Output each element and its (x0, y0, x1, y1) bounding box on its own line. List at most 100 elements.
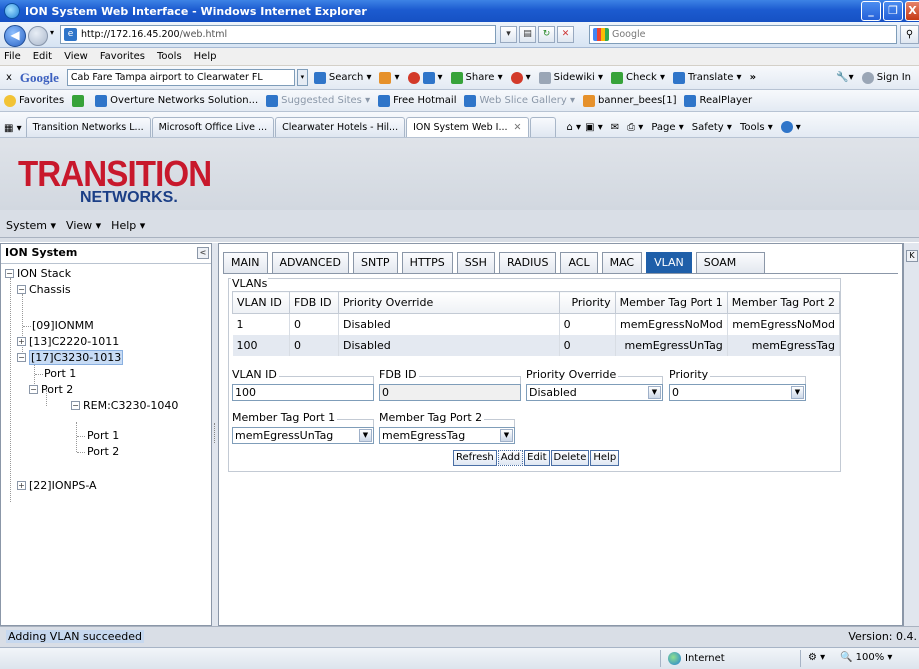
tree-node-ionps[interactable]: + [22]IONPS-A (17, 478, 97, 494)
quick-tabs-icon[interactable]: ▦ ▾ (4, 123, 22, 134)
vlan-id-input[interactable]: 100 (232, 384, 374, 401)
tab-sntp[interactable]: SNTP (352, 252, 398, 273)
tab-ssh[interactable]: SSH (456, 252, 495, 273)
url-input[interactable]: e http://172.16.45.200/web.html (60, 25, 496, 44)
tools-menu[interactable]: Tools ▾ (740, 122, 773, 133)
add-favorite-icon[interactable] (72, 94, 87, 107)
member-tag-port-2-select[interactable]: memEgressTag ▼ (379, 427, 515, 444)
google-search-dropdown[interactable]: ▾ (296, 69, 308, 86)
refresh-button[interactable]: Refresh (453, 450, 497, 466)
security-zone[interactable]: Internet (668, 652, 725, 665)
google-translate-button[interactable]: Translate ▾ (672, 71, 742, 84)
tree-node-rem-port-1[interactable]: Port 1 (87, 428, 119, 444)
tab-mac[interactable]: MAC (601, 252, 643, 273)
browser-tab-clearwater[interactable]: Clearwater Hotels - Hil... (275, 117, 406, 137)
forward-button[interactable] (28, 26, 48, 46)
home-icon[interactable]: ⌂ ▾ (567, 122, 582, 133)
tree-node-port-1[interactable]: Port 1 (44, 366, 76, 382)
favorites-button[interactable]: Favorites (4, 94, 64, 107)
search-icon[interactable]: ⚲ (900, 25, 919, 44)
col-vlan-id[interactable]: VLAN ID (232, 291, 290, 314)
app-menu-help[interactable]: Help ▾ (111, 219, 145, 232)
expand-icon[interactable]: + (17, 337, 26, 346)
chevron-down-icon[interactable]: ▼ (648, 386, 661, 399)
history-dropdown-icon[interactable]: ▾ (50, 28, 54, 37)
favorite-item-overture[interactable]: Overture Networks Solution... (95, 94, 258, 107)
collapse-icon[interactable]: − (29, 385, 38, 394)
wrench-icon[interactable]: 🔧▾ (836, 72, 853, 83)
expand-icon[interactable]: + (17, 481, 26, 490)
collapse-panel-icon[interactable]: < (197, 247, 209, 259)
chevron-down-icon[interactable]: ▼ (500, 429, 513, 442)
col-member-tag-port-2[interactable]: Member Tag Port 2 (726, 291, 841, 314)
mail-icon[interactable]: ✉ (611, 122, 619, 133)
tree-node-port-2[interactable]: − Port 2 (29, 382, 73, 398)
app-menu-system[interactable]: System ▾ (6, 219, 56, 232)
fdb-id-input[interactable]: 0 (379, 384, 521, 401)
tab-acl[interactable]: ACL (560, 252, 598, 273)
menu-file[interactable]: File (4, 51, 21, 62)
add-button[interactable]: Add (497, 450, 524, 466)
member-tag-port-1-select[interactable]: memEgressUnTag ▼ (232, 427, 374, 444)
chevron-down-icon[interactable]: ▼ (359, 429, 372, 442)
maximize-button[interactable]: ❐ (883, 1, 903, 21)
browser-tab-ion[interactable]: ION System Web I... ✕ (406, 117, 529, 137)
tab-vlan[interactable]: VLAN (646, 252, 692, 273)
table-row[interactable]: 1 0 Disabled 0 memEgressNoMod memEgressN… (232, 313, 841, 335)
google-highlight-button[interactable]: ▾ (510, 71, 531, 84)
tab-advanced[interactable]: ADVANCED (271, 252, 349, 273)
expand-panel-icon[interactable]: K (906, 250, 918, 262)
delete-button[interactable]: Delete (550, 450, 590, 466)
refresh-icon[interactable]: ↻ (538, 26, 555, 43)
menu-edit[interactable]: Edit (33, 51, 52, 62)
menu-help[interactable]: Help (194, 51, 217, 62)
tree-node-rem-port-2[interactable]: Port 2 (87, 444, 119, 460)
collapse-icon[interactable]: − (17, 353, 26, 362)
chevron-down-icon[interactable]: ▼ (791, 386, 804, 399)
browser-tab-transition[interactable]: Transition Networks L... (25, 117, 151, 137)
page-menu[interactable]: Page ▾ (651, 122, 683, 133)
favorite-item-suggested-sites[interactable]: Suggested Sites ▾ (266, 94, 370, 107)
safety-menu[interactable]: Safety ▾ (692, 122, 732, 133)
print-icon[interactable]: ⎙ ▾ (627, 122, 643, 133)
protected-mode-icon[interactable]: ⚙ ▾ (808, 652, 825, 663)
priority-select[interactable]: 0 ▼ (669, 384, 806, 401)
col-member-tag-port-1[interactable]: Member Tag Port 1 (614, 291, 728, 314)
stop-icon[interactable]: ✕ (557, 26, 574, 43)
google-search-button[interactable]: Search ▾ (313, 71, 371, 84)
back-button[interactable]: ◀ (4, 25, 26, 47)
search-box[interactable]: Google (589, 25, 897, 44)
zoom-level[interactable]: 🔍 100% ▾ (840, 652, 892, 663)
tree-node-rem[interactable]: − REM:C3230-1040 (71, 398, 178, 414)
google-more-button[interactable]: » (750, 72, 756, 83)
tree-node-ionmm[interactable]: [09]IONMM (32, 318, 94, 334)
google-search-input[interactable]: Cab Fare Tampa airport to Clearwater FL (66, 69, 295, 86)
browser-tab-office-live[interactable]: Microsoft Office Live ... (151, 117, 275, 137)
table-row[interactable]: 100 0 Disabled 0 memEgressUnTag memEgres… (232, 334, 841, 356)
google-sign-in-button[interactable]: Sign In (861, 71, 911, 84)
tab-radius[interactable]: RADIUS (498, 252, 557, 273)
google-popup-button[interactable]: ▾ (407, 71, 443, 84)
col-fdb-id[interactable]: FDB ID (288, 291, 339, 314)
feeds-icon[interactable]: ▣ ▾ (585, 122, 603, 133)
collapse-icon[interactable]: − (17, 285, 26, 294)
edit-button[interactable]: Edit (524, 450, 550, 466)
close-button[interactable]: X (905, 1, 919, 21)
close-tab-icon[interactable]: ✕ (514, 122, 522, 133)
favorite-item-realplayer[interactable]: RealPlayer (684, 94, 752, 107)
help-button[interactable]: Help (590, 450, 620, 466)
tab-https[interactable]: HTTPS (401, 252, 453, 273)
tab-soam[interactable]: SOAM (695, 252, 766, 273)
menu-view[interactable]: View (64, 51, 88, 62)
col-priority[interactable]: Priority (558, 291, 616, 314)
google-toolbar-close[interactable]: x (6, 72, 12, 83)
favorite-item-hotmail[interactable]: Free Hotmail (378, 94, 456, 107)
col-priority-override[interactable]: Priority Override (337, 291, 560, 314)
new-tab-button[interactable] (529, 117, 556, 137)
google-check-button[interactable]: Check ▾ (611, 71, 665, 84)
collapse-icon[interactable]: − (5, 269, 14, 278)
google-sidewiki-button[interactable]: Sidewiki ▾ (538, 71, 603, 84)
help-icon[interactable]: ▾ (780, 121, 801, 133)
tree-node-chassis[interactable]: − Chassis (17, 282, 71, 298)
tree-node-c3230[interactable]: − [17]C3230-1013 (17, 350, 124, 366)
